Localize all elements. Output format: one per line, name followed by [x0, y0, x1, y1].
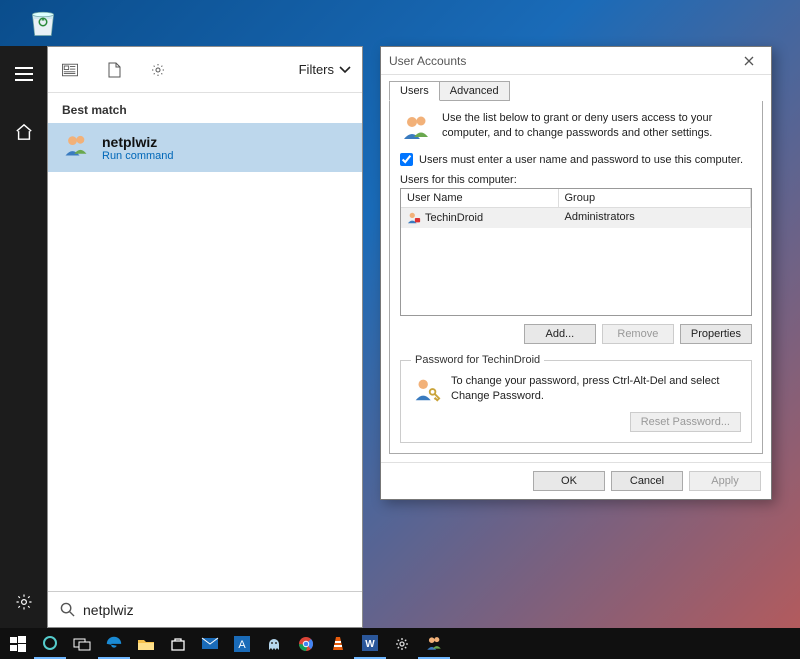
- folder-icon: [137, 637, 155, 651]
- recycle-bin-icon: [25, 4, 61, 40]
- require-password-checkbox-row[interactable]: Users must enter a user name and passwor…: [400, 153, 752, 166]
- result-title: netplwiz: [102, 134, 174, 150]
- document-icon[interactable]: [102, 58, 126, 82]
- taskbar-taskview[interactable]: [66, 628, 98, 659]
- taskbar-vlc[interactable]: [322, 628, 354, 659]
- reset-password-button: Reset Password...: [630, 412, 741, 432]
- users-list-label: Users for this computer:: [400, 174, 752, 186]
- vlc-icon: [331, 636, 345, 652]
- cortana-rail: [0, 46, 47, 628]
- mail-icon: [201, 637, 219, 650]
- ok-button[interactable]: OK: [533, 471, 605, 491]
- gear-icon[interactable]: [146, 58, 170, 82]
- result-subtitle: Run command: [102, 150, 174, 162]
- taskbar-netplwiz[interactable]: [418, 628, 450, 659]
- taskbar-cortana[interactable]: [34, 628, 66, 659]
- svg-text:W: W: [365, 639, 375, 650]
- users-icon: [425, 634, 443, 652]
- taskbar-store[interactable]: [162, 628, 194, 659]
- edge-icon: [105, 634, 123, 652]
- recycle-bin[interactable]: [25, 4, 61, 45]
- user-icon: [407, 211, 421, 225]
- word-icon: W: [362, 635, 378, 651]
- gear-icon: [394, 636, 410, 652]
- users-list-header: User Name Group: [401, 189, 751, 208]
- remove-button: Remove: [602, 324, 674, 344]
- chrome-icon: [298, 636, 314, 652]
- users-icon: [62, 131, 90, 164]
- search-input[interactable]: [83, 602, 350, 618]
- users-list[interactable]: User Name Group TechinDroid Administrato…: [400, 188, 752, 316]
- home-icon[interactable]: [0, 114, 47, 150]
- tab-advanced[interactable]: Advanced: [440, 81, 510, 101]
- intro-text: Use the list below to grant or deny user…: [442, 111, 752, 143]
- column-group[interactable]: Group: [559, 189, 752, 208]
- search-result-netplwiz[interactable]: netplwiz Run command: [48, 123, 362, 172]
- taskbar: A W: [0, 628, 800, 659]
- best-match-header: Best match: [48, 93, 362, 123]
- filters-label: Filters: [299, 62, 334, 77]
- hamburger-icon[interactable]: [0, 56, 47, 92]
- password-group: Password for TechinDroid To change your …: [400, 354, 752, 443]
- apps-icon[interactable]: [58, 58, 82, 82]
- taskview-icon: [73, 637, 91, 651]
- taskbar-ghost[interactable]: [258, 628, 290, 659]
- tab-strip: Users Advanced: [381, 75, 771, 101]
- properties-button[interactable]: Properties: [680, 324, 752, 344]
- users-icon: [400, 111, 432, 143]
- apply-button: Apply: [689, 471, 761, 491]
- column-username[interactable]: User Name: [401, 189, 559, 208]
- key-user-icon: [411, 374, 441, 404]
- user-accounts-dialog: User Accounts Users Advanced Use the lis…: [380, 46, 772, 500]
- chevron-down-icon: [338, 65, 352, 75]
- windows-icon: [10, 636, 26, 652]
- search-icon: [60, 602, 75, 617]
- taskbar-word[interactable]: W: [354, 628, 386, 659]
- dialog-title: User Accounts: [389, 54, 466, 68]
- taskbar-settings[interactable]: [386, 628, 418, 659]
- require-password-checkbox[interactable]: [400, 153, 413, 166]
- taskbar-mail[interactable]: [194, 628, 226, 659]
- dialog-titlebar[interactable]: User Accounts: [381, 47, 771, 75]
- checkbox-label: Users must enter a user name and passwor…: [419, 154, 743, 166]
- filters-dropdown[interactable]: Filters: [299, 62, 352, 77]
- taskbar-edge[interactable]: [98, 628, 130, 659]
- gear-icon[interactable]: [0, 584, 47, 620]
- svg-text:A: A: [238, 639, 246, 651]
- start-button[interactable]: [2, 628, 34, 659]
- tab-users[interactable]: Users: [389, 81, 440, 101]
- ghost-icon: [266, 636, 282, 652]
- table-row[interactable]: TechinDroid Administrators: [401, 208, 751, 228]
- dialog-footer: OK Cancel Apply: [381, 462, 771, 499]
- letter-a-icon: A: [234, 636, 250, 652]
- user-name: TechinDroid: [425, 212, 483, 224]
- tab-content-users: Use the list below to grant or deny user…: [389, 101, 763, 454]
- cortana-search-panel: Filters Best match netplwiz Run command: [47, 46, 363, 628]
- taskbar-chrome[interactable]: [290, 628, 322, 659]
- search-input-row: [48, 591, 362, 627]
- search-toolbar: Filters: [48, 47, 362, 93]
- close-icon: [744, 56, 754, 66]
- add-button[interactable]: Add...: [524, 324, 596, 344]
- taskbar-a[interactable]: A: [226, 628, 258, 659]
- cancel-button[interactable]: Cancel: [611, 471, 683, 491]
- cortana-icon: [42, 635, 58, 651]
- password-text: To change your password, press Ctrl-Alt-…: [451, 374, 741, 404]
- store-icon: [170, 636, 186, 652]
- user-group: Administrators: [559, 208, 752, 228]
- taskbar-explorer[interactable]: [130, 628, 162, 659]
- close-button[interactable]: [735, 50, 763, 72]
- password-legend: Password for TechinDroid: [411, 354, 544, 366]
